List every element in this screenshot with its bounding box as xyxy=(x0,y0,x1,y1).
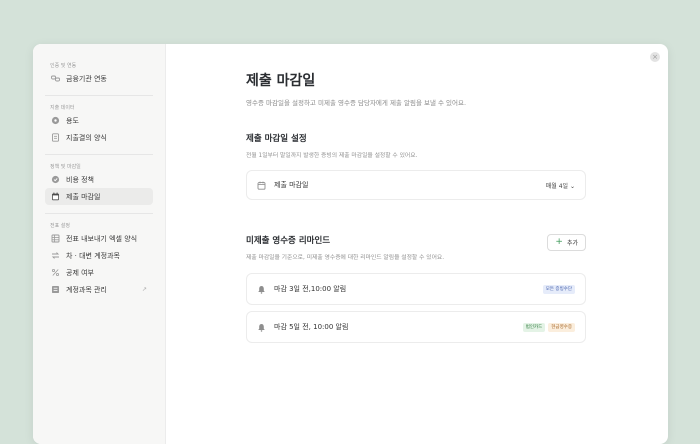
sidebar-section-title: 지출 데이터 xyxy=(50,105,75,111)
deadline-section: 제출 마감일 설정 전월 1일부터 말일까지 발생한 증빙의 제출 마감일을 설… xyxy=(246,132,586,200)
reminder-row[interactable]: 마감 5일 전, 10:00 알림 법인카드 현금영수증 xyxy=(246,311,586,343)
reminder-label: 마감 5일 전, 10:00 알림 xyxy=(274,323,349,331)
sidebar-item-label: 지출결의 양식 xyxy=(66,133,107,142)
sidebar-item-label: 차 · 대변 계정과목 xyxy=(66,251,120,260)
table-icon xyxy=(51,234,60,243)
deadline-row-label: 제출 마감일 xyxy=(274,181,309,189)
sidebar-item-cost-policy[interactable]: 비용 정책 xyxy=(45,171,153,188)
add-reminder-button[interactable]: + 추가 xyxy=(547,234,586,251)
page-title: 제출 마감일 xyxy=(246,73,316,89)
sidebar-section-expense: 지출 데이터 용도 지출결의 양식 xyxy=(33,104,165,146)
bell-icon xyxy=(257,285,266,294)
sidebar-item-account-management[interactable]: 계정과목 관리 ↗ xyxy=(45,281,153,298)
sidebar-item-debit-credit[interactable]: 차 · 대변 계정과목 xyxy=(45,247,153,264)
sidebar-section-title: 전표 설정 xyxy=(50,223,70,229)
add-reminder-label: 추가 xyxy=(566,240,578,247)
ledger-icon xyxy=(51,285,60,294)
bell-icon xyxy=(257,323,266,332)
deadline-description: 전월 1일부터 말일까지 발생한 증빙의 제출 마감일을 설정할 수 있어요. xyxy=(246,153,418,159)
reminder-badges: 모든 증빙수단 xyxy=(542,284,575,294)
content-panel: 제출 마감일 영수증 마감일을 설정하고 미제출 영수증 담당자에게 제출 알림… xyxy=(246,70,586,343)
sidebar-item-label: 비용 정책 xyxy=(66,175,94,184)
document-icon xyxy=(51,133,60,142)
deadline-select[interactable]: 매월 4일 ⌄ xyxy=(546,181,575,190)
close-button[interactable]: × xyxy=(650,52,660,62)
policy-icon xyxy=(51,175,60,184)
settings-window: 인증 및 연동 금융기관 연동 지출 데이터 용도 지출결의 양식 정책 및 마… xyxy=(33,44,668,444)
deadline-heading: 제출 마감일 설정 xyxy=(246,134,307,144)
link-icon xyxy=(51,74,60,83)
sidebar-item-label: 공제 여부 xyxy=(66,268,94,277)
deadline-setting-row: 제출 마감일 매월 4일 ⌄ xyxy=(246,170,586,200)
chevron-down-icon: ⌄ xyxy=(569,182,575,190)
sidebar-item-label: 계정과목 관리 xyxy=(66,285,107,294)
reminder-heading: 미제출 영수증 리마인드 xyxy=(246,236,331,246)
deadline-select-value: 매월 4일 xyxy=(545,182,569,190)
percent-icon xyxy=(51,268,60,277)
sidebar-section-title: 인증 및 연동 xyxy=(50,63,77,69)
calendar-icon xyxy=(257,181,266,190)
sidebar-divider xyxy=(45,213,153,214)
reminder-label: 마감 3일 전,10:00 알림 xyxy=(274,285,347,293)
sidebar-item-label: 용도 xyxy=(66,116,79,125)
main-content: × 제출 마감일 영수증 마감일을 설정하고 미제출 영수증 담당자에게 제출 … xyxy=(166,44,668,444)
sidebar-item-label: 제출 마감일 xyxy=(66,192,101,201)
external-link-icon: ↗ xyxy=(141,286,147,293)
reminder-badges: 법인카드 현금영수증 xyxy=(522,322,575,332)
swap-icon xyxy=(51,251,60,260)
plus-icon: + xyxy=(555,237,563,247)
sidebar-item-excel-export[interactable]: 전표 내보내기 엑셀 양식 xyxy=(45,230,153,247)
reminder-row[interactable]: 마감 3일 전,10:00 알림 모든 증빙수단 xyxy=(246,273,586,305)
sidebar-item-submission-deadline[interactable]: 제출 마감일 xyxy=(45,188,153,205)
sidebar-section-policy: 정책 및 마감일 비용 정책 제출 마감일 xyxy=(33,163,165,205)
sidebar-section-voucher: 전표 설정 전표 내보내기 엑셀 양식 차 · 대변 계정과목 공제 여부 계정… xyxy=(33,222,165,298)
page-subtitle: 영수증 마감일을 설정하고 미제출 영수증 담당자에게 제출 알림을 보낼 수 … xyxy=(246,99,467,107)
calendar-icon xyxy=(51,192,60,201)
sidebar-item-financial-link[interactable]: 금융기관 연동 xyxy=(45,70,153,87)
badge-corporate-card: 법인카드 xyxy=(522,322,546,332)
sidebar-section-auth: 인증 및 연동 금융기관 연동 xyxy=(33,62,165,87)
badge-cash-receipt: 현금영수증 xyxy=(548,322,575,332)
sidebar-item-purpose[interactable]: 용도 xyxy=(45,112,153,129)
sidebar-item-label: 금융기관 연동 xyxy=(66,74,107,83)
sidebar-divider xyxy=(45,154,153,155)
sidebar-item-label: 전표 내보내기 엑셀 양식 xyxy=(66,234,138,243)
sidebar-divider xyxy=(45,95,153,96)
badge-all-receipts: 모든 증빙수단 xyxy=(542,284,575,294)
sidebar-item-expense-form[interactable]: 지출결의 양식 xyxy=(45,129,153,146)
reminder-description: 제출 마감일을 기준으로, 미제출 영수증에 대한 리마인드 알림을 설정할 수… xyxy=(246,255,445,261)
tag-icon xyxy=(51,116,60,125)
sidebar-item-deduction[interactable]: 공제 여부 xyxy=(45,264,153,281)
sidebar: 인증 및 연동 금융기관 연동 지출 데이터 용도 지출결의 양식 정책 및 마… xyxy=(33,44,166,444)
reminder-section: 미제출 영수증 리마인드 제출 마감일을 기준으로, 미제출 영수증에 대한 리… xyxy=(246,234,586,343)
sidebar-section-title: 정책 및 마감일 xyxy=(50,164,81,170)
